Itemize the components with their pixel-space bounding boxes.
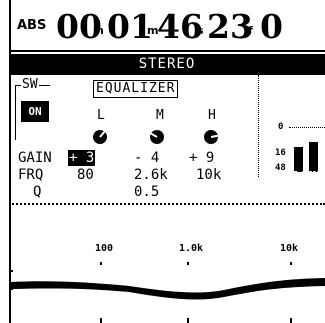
low-gain-knob-icon[interactable] [93, 130, 107, 144]
graph-tick-10k [290, 262, 292, 265]
eq-meter-separator [258, 75, 260, 177]
time-hours-unit: h [96, 24, 104, 37]
graph-tick-100 [100, 262, 102, 265]
switch-label: SW [21, 77, 39, 92]
meter-scale-0: 0 [278, 122, 284, 132]
equalizer-title: EQUALIZER [93, 80, 179, 98]
band-mid-header: M [156, 108, 164, 123]
meter-scale-48: 48 [275, 163, 286, 173]
graph-tick-1k [187, 262, 189, 265]
freq-row-label: FRQ [18, 167, 44, 183]
band-low-header: L [97, 108, 105, 123]
graph-left-axis [9, 270, 11, 290]
meter-scale-16: 16 [275, 148, 286, 158]
mid-gain-value[interactable]: - 4 [134, 150, 159, 166]
high-gain-value[interactable]: + 9 [189, 150, 214, 166]
meter-channel-left: L [296, 162, 303, 175]
mid-gain-knob-icon[interactable] [150, 130, 164, 144]
meter-zero-line [289, 127, 325, 128]
abs-label: ABS [17, 18, 47, 33]
eq-screen: ABS 00 h 01 m 46 s 23 f 0 STEREO SW ON E… [0, 0, 325, 323]
time-frames-unit: f [248, 24, 253, 37]
meter-channel-right: R [311, 162, 318, 175]
time-seconds-unit: s [197, 24, 204, 37]
low-freq-value[interactable]: 80 [77, 167, 94, 183]
low-gain-value[interactable]: + 3 [68, 150, 96, 166]
eq-curve [11, 278, 325, 300]
time-subframes: 0 [260, 7, 283, 46]
eq-response-graph [9, 262, 325, 323]
header-divider [9, 50, 325, 52]
page-title: STEREO [9, 54, 325, 75]
eq-on-switch[interactable]: ON [21, 101, 49, 122]
high-freq-value[interactable]: 10k [196, 167, 221, 183]
gain-row-label: GAIN [18, 150, 52, 166]
mid-freq-value[interactable]: 2.6k [134, 167, 168, 183]
band-high-header: H [208, 108, 216, 123]
high-gain-knob-icon[interactable] [204, 130, 219, 144]
time-frames: 23 [207, 7, 253, 46]
